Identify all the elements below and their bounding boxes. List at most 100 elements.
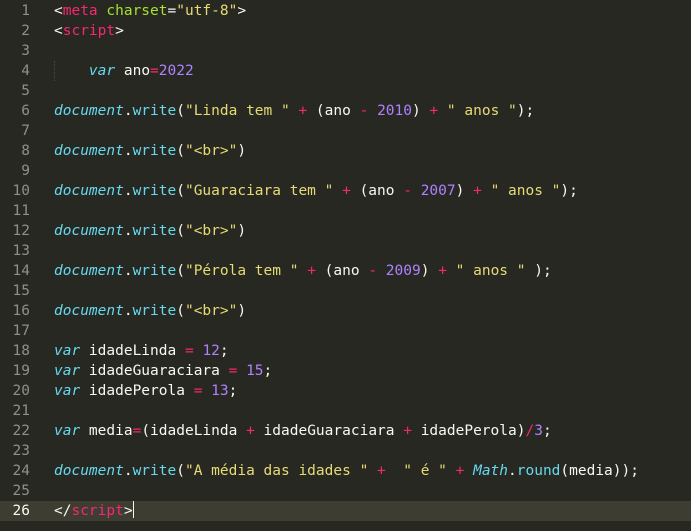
number-token: 13 xyxy=(211,383,229,399)
keyword-token: = xyxy=(184,343,194,359)
line-number: 25 xyxy=(12,483,30,499)
code-line[interactable]: 23 xyxy=(0,441,691,461)
identifier-token: document xyxy=(54,263,124,279)
number-token: 15 xyxy=(246,363,264,379)
string-token: " anos " xyxy=(455,263,526,279)
identifier-token: write xyxy=(132,263,177,279)
code-line[interactable]: 20 var idadePerola = 13; xyxy=(0,381,691,401)
code-text: ( xyxy=(176,223,185,239)
code-line[interactable]: 14 document.write("Pérola tem " + (ano - … xyxy=(0,261,691,281)
identifier-token: round xyxy=(516,463,561,479)
line-number: 2 xyxy=(21,23,30,39)
code-text: ) xyxy=(237,223,247,239)
line-number: 12 xyxy=(12,223,30,239)
code-text: ( xyxy=(176,143,185,159)
code-line[interactable]: 3 xyxy=(0,41,691,61)
line-number: 19 xyxy=(12,363,30,379)
line-number: 20 xyxy=(12,383,30,399)
string-token: " anos " xyxy=(490,183,561,199)
code-line[interactable]: 1 <meta charset="utf-8"> xyxy=(0,1,691,21)
number-token: 3 xyxy=(534,423,543,439)
code-text: ) xyxy=(237,143,247,159)
identifier-token: document xyxy=(54,303,124,319)
keyword-token: + xyxy=(403,423,412,439)
code-line[interactable]: 24 document.write("A média das idades " +… xyxy=(0,461,691,481)
line-number: 21 xyxy=(12,403,30,419)
code-line[interactable]: 25 xyxy=(0,481,691,501)
code-line[interactable]: 26 </script> xyxy=(0,501,691,521)
keyword-token: + xyxy=(307,263,316,279)
code-text: . xyxy=(123,223,133,239)
line-code: var idadePerola = 13; xyxy=(54,381,237,401)
code-line[interactable]: 22 var media=(idadeLinda + idadeGuaraciar… xyxy=(0,421,691,441)
identifier-token: var xyxy=(54,423,81,439)
code-text: ( xyxy=(176,463,185,479)
string-token: "<br>" xyxy=(184,143,238,159)
code-line[interactable]: 2 <script> xyxy=(0,21,691,41)
code-line[interactable]: 6 document.write("Linda tem " + (ano - 20… xyxy=(0,101,691,121)
code-text: . xyxy=(123,103,133,119)
identifier-token: write xyxy=(132,183,177,199)
code-text: ; xyxy=(228,383,238,399)
code-line[interactable]: 18 var idadeLinda = 12; xyxy=(0,341,691,361)
code-text: ( xyxy=(176,103,185,119)
line-number: 7 xyxy=(21,123,30,139)
code-text: ); xyxy=(516,103,535,119)
code-line[interactable]: 13 xyxy=(0,241,691,261)
code-line[interactable]: 8 document.write("<br>") xyxy=(0,141,691,161)
line-number: 8 xyxy=(21,143,30,159)
code-text: idadePerola xyxy=(80,383,194,399)
line-number: 3 xyxy=(21,43,30,59)
code-text: = xyxy=(167,3,177,19)
keyword-token: - xyxy=(368,263,378,279)
code-line[interactable]: 16 document.write("<br>") xyxy=(0,301,691,321)
keyword-token: script xyxy=(71,503,124,519)
code-line[interactable]: 17 xyxy=(0,321,691,341)
line-code: document.write("<br>") xyxy=(54,301,246,321)
code-line[interactable]: 11 xyxy=(0,201,691,221)
line-code: document.write("<br>") xyxy=(54,141,246,161)
text-cursor xyxy=(132,501,134,518)
code-text: ; xyxy=(219,343,229,359)
string-token: "utf-8" xyxy=(176,3,238,19)
code-line[interactable]: 9 xyxy=(0,161,691,181)
code-editor[interactable]: 1 <meta charset="utf-8"> 2 <script> 3 4 var a… xyxy=(0,0,691,531)
string-token: "Pérola tem " xyxy=(184,263,299,279)
code-text: . xyxy=(123,303,133,319)
code-text: ) xyxy=(455,183,474,199)
code-line[interactable]: 12 document.write("<br>") xyxy=(0,221,691,241)
identifier-token: write xyxy=(132,223,177,239)
string-token: "<br>" xyxy=(184,223,238,239)
code-text: ) xyxy=(420,263,439,279)
code-line[interactable]: 15 xyxy=(0,281,691,301)
code-line[interactable]: 10 document.write("Guaraciara tem " + (an… xyxy=(0,181,691,201)
keyword-token: + xyxy=(298,103,308,119)
line-number: 5 xyxy=(21,83,30,99)
identifier-token: write xyxy=(132,103,177,119)
code-line[interactable]: 19 var idadeGuaraciara = 15; xyxy=(0,361,691,381)
line-code: document.write("Guaraciara tem " + (ano … xyxy=(54,181,578,201)
line-number: 9 xyxy=(21,163,30,179)
code-line[interactable]: 5 xyxy=(0,81,691,101)
code-text: . xyxy=(123,263,133,279)
code-text: ( xyxy=(176,263,185,279)
code-text: ); xyxy=(525,263,552,279)
keyword-token: + xyxy=(473,183,482,199)
code-line[interactable]: 4 var ano=2022 xyxy=(0,61,691,81)
code-line[interactable]: 21 xyxy=(0,401,691,421)
code-line[interactable]: 7 xyxy=(0,121,691,141)
line-code: document.write("A média das idades " + "… xyxy=(54,461,639,481)
line-number: 13 xyxy=(12,243,30,259)
line-number: 26 xyxy=(12,503,30,519)
code-text: ; xyxy=(263,363,273,379)
